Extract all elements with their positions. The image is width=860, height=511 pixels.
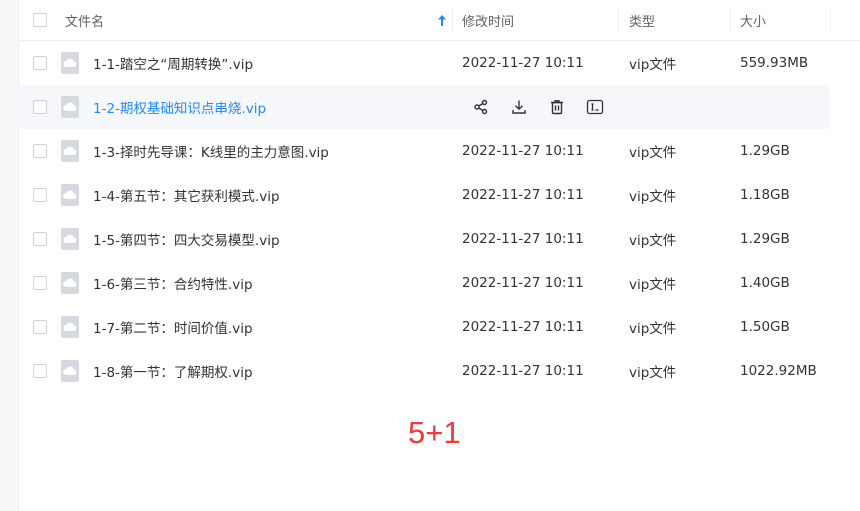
header-modified[interactable]: 修改时间 <box>462 0 514 40</box>
file-icon <box>61 316 79 338</box>
select-all-cell[interactable] <box>33 0 47 40</box>
column-divider[interactable] <box>730 8 731 32</box>
table-row[interactable]: 1-7-第二节：时间价值.vip 2022-11-27 10:11 vip文件 … <box>18 305 860 349</box>
file-modified: 2022-11-27 10:11 <box>462 231 584 247</box>
file-type: vip文件 <box>629 189 677 205</box>
file-icon <box>61 360 79 382</box>
file-name[interactable]: 1-1-踏空之“周期转换”.vip <box>93 41 253 85</box>
file-modified: 2022-11-27 10:11 <box>462 187 584 203</box>
row-checkbox[interactable] <box>33 100 47 114</box>
left-gutter <box>0 0 19 511</box>
file-size: 559.93MB <box>740 55 809 71</box>
file-name[interactable]: 1-8-第一节：了解期权.vip <box>93 349 253 393</box>
file-icon <box>61 272 79 294</box>
table-row[interactable]: 1-5-第四节：四大交易模型.vip 2022-11-27 10:11 vip文… <box>18 217 860 261</box>
row-checkbox[interactable] <box>33 320 47 334</box>
delete-icon[interactable] <box>538 95 576 119</box>
row-checkbox[interactable] <box>33 188 47 202</box>
file-type: vip文件 <box>629 365 677 381</box>
file-name[interactable]: 1-2-期权基础知识点串烧.vip <box>93 85 266 129</box>
annotation-text: 5+1 <box>408 415 461 450</box>
table-row[interactable]: 1-8-第一节：了解期权.vip 2022-11-27 10:11 vip文件 … <box>18 349 860 393</box>
table-row[interactable]: 1-6-第三节：合约特性.vip 2022-11-27 10:11 vip文件 … <box>18 261 860 305</box>
file-size: 1.40GB <box>740 275 790 291</box>
file-modified: 2022-11-27 10:11 <box>462 363 584 379</box>
file-name[interactable]: 1-3-择时先导课：K线里的主力意图.vip <box>93 129 329 173</box>
file-modified: 2022-11-27 10:11 <box>462 275 584 291</box>
file-type: vip文件 <box>629 57 677 73</box>
header-type[interactable]: 类型 <box>629 0 655 40</box>
row-checkbox[interactable] <box>33 144 47 158</box>
sort-asc-icon[interactable] <box>435 0 449 40</box>
file-type: vip文件 <box>629 233 677 249</box>
column-divider[interactable] <box>830 8 831 32</box>
row-actions <box>462 85 614 129</box>
file-size: 1022.92MB <box>740 363 817 379</box>
file-icon <box>61 228 79 250</box>
file-size: 1.29GB <box>740 231 790 247</box>
file-size: 1.29GB <box>740 143 790 159</box>
row-checkbox[interactable] <box>33 232 47 246</box>
table-row[interactable]: 1-3-择时先导课：K线里的主力意图.vip 2022-11-27 10:11 … <box>18 129 860 173</box>
row-checkbox[interactable] <box>33 276 47 290</box>
file-type: vip文件 <box>629 321 677 337</box>
table-header: 文件名 修改时间 类型 大小 <box>18 0 860 41</box>
table-row[interactable]: 1-4-第五节：其它获利模式.vip 2022-11-27 10:11 vip文… <box>18 173 860 217</box>
file-size: 1.18GB <box>740 187 790 203</box>
table-row[interactable]: 1-2-期权基础知识点串烧.vip <box>18 85 830 129</box>
file-icon <box>61 52 79 74</box>
file-name[interactable]: 1-7-第二节：时间价值.vip <box>93 305 253 349</box>
select-all-checkbox[interactable] <box>33 13 47 27</box>
file-icon <box>61 184 79 206</box>
file-size: 1.50GB <box>740 319 790 335</box>
file-name[interactable]: 1-5-第四节：四大交易模型.vip <box>93 217 280 261</box>
download-icon[interactable] <box>500 95 538 119</box>
file-icon <box>61 96 79 118</box>
rename-icon[interactable] <box>576 95 614 119</box>
file-type: vip文件 <box>629 145 677 161</box>
header-name[interactable]: 文件名 <box>65 0 104 40</box>
file-icon <box>61 140 79 162</box>
file-modified: 2022-11-27 10:11 <box>462 55 584 71</box>
file-type: vip文件 <box>629 277 677 293</box>
header-size[interactable]: 大小 <box>740 0 766 40</box>
file-list: 文件名 修改时间 类型 大小 1-1-踏空之“周期转换”.vip 2022-11… <box>18 0 860 393</box>
row-checkbox[interactable] <box>33 364 47 378</box>
row-checkbox[interactable] <box>33 56 47 70</box>
file-modified: 2022-11-27 10:11 <box>462 319 584 335</box>
share-icon[interactable] <box>462 95 500 119</box>
file-modified: 2022-11-27 10:11 <box>462 143 584 159</box>
table-row[interactable]: 1-1-踏空之“周期转换”.vip 2022-11-27 10:11 vip文件… <box>18 41 860 85</box>
column-divider[interactable] <box>452 8 453 32</box>
file-name[interactable]: 1-4-第五节：其它获利模式.vip <box>93 173 280 217</box>
file-name[interactable]: 1-6-第三节：合约特性.vip <box>93 261 253 305</box>
column-divider[interactable] <box>618 8 619 32</box>
